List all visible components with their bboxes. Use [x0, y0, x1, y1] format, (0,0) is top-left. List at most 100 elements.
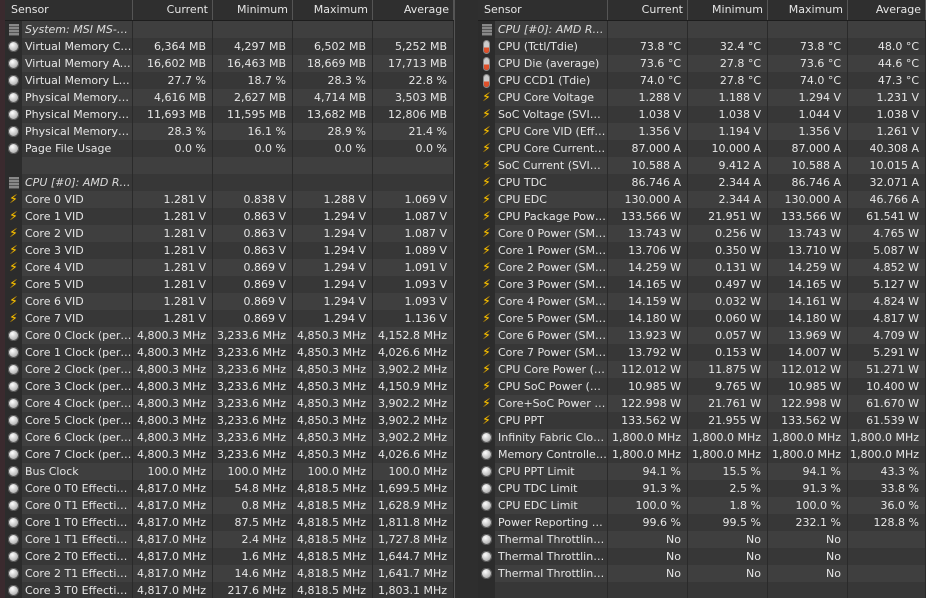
sensor-label: Core 1 T1 Effective... — [22, 531, 133, 548]
sensor-row[interactable]: Thermal Throttling ... No No No — [478, 531, 926, 548]
header-maximum[interactable]: Maximum — [768, 0, 848, 20]
sensor-row[interactable]: Core 1 T0 Effective... 4,817.0 MHz 87.5 MH… — [5, 514, 454, 531]
sensor-row[interactable]: Core 0 T0 Effective... 4,817.0 MHz 54.8 MH… — [5, 480, 454, 497]
sensor-row[interactable]: Core 7 Clock (perf ... 4,800.3 MHz 3,233.6… — [5, 446, 454, 463]
sensor-row[interactable]: Core 4 Clock (perf ... 4,800.3 MHz 3,233.6… — [5, 395, 454, 412]
sensor-row[interactable]: CPU (Tctl/Tdie) 73.8 °C 32.4 °C 73.8 °C 48.0… — [478, 38, 926, 55]
sensor-name-cell: ⚡ Core 2 VID — [5, 225, 133, 242]
sensor-row[interactable]: CPU PPT Limit 94.1 % 15.5 % 94.1 % 43.3 % — [478, 463, 926, 480]
sensor-group-row[interactable]: System: MSI MS-7... — [5, 21, 454, 38]
sensor-row[interactable]: Core 0 Clock (perf ... 4,800.3 MHz 3,233.6… — [5, 327, 454, 344]
sensor-row[interactable]: ⚡ Core 6 VID 1.281 V 0.869 V 1.294 V 1.093 V — [5, 293, 454, 310]
sensor-row[interactable]: Thermal Throttling ... No No No — [478, 548, 926, 565]
clock-icon-glyph — [8, 432, 19, 443]
sensor-row[interactable]: Core 2 T0 Effective... 4,817.0 MHz 1.6 MHz… — [5, 548, 454, 565]
sensor-row[interactable]: Core 1 Clock (perf ... 4,800.3 MHz 3,233.6… — [5, 344, 454, 361]
sensor-row[interactable]: Core 6 Clock (perf ... 4,800.3 MHz 3,233.6… — [5, 429, 454, 446]
sensor-row[interactable]: CPU CCD1 (Tdie) 74.0 °C 27.8 °C 74.0 °C 47.3… — [478, 72, 926, 89]
sensor-row[interactable]: ⚡ Core 2 VID 1.281 V 0.863 V 1.294 V 1.087 V — [5, 225, 454, 242]
average-value: 5.291 W — [848, 344, 926, 361]
sensor-row[interactable]: ⚡ CPU Package Powe... 133.566 W 21.951 W 133… — [478, 208, 926, 225]
sensor-row[interactable]: ⚡ Core 3 Power (SMU) 14.165 W 0.497 W 14.165… — [478, 276, 926, 293]
sensor-name-cell: ⚡ Core 4 Power (SMU) — [478, 293, 608, 310]
sensor-row[interactable]: ⚡ Core 4 VID 1.281 V 0.869 V 1.294 V 1.091 V — [5, 259, 454, 276]
sensor-row[interactable]: Physical Memory A... 11,693 MB 11,595 MB 13… — [5, 106, 454, 123]
maximum-value: 122.998 W — [768, 395, 848, 412]
sensor-row[interactable]: ⚡ Core 4 Power (SMU) 14.159 W 0.032 W 14.161… — [478, 293, 926, 310]
sensor-group-row[interactable]: CPU [#0]: AMD Ry... — [478, 21, 926, 38]
sensor-row[interactable]: ⚡ CPU Core Voltage 1.288 V 1.188 V 1.294 V 1.… — [478, 89, 926, 106]
sensor-row[interactable]: Core 3 Clock (perf ... 4,800.3 MHz 3,233.6… — [5, 378, 454, 395]
sensor-row[interactable]: ⚡ Core 5 Power (SMU) 14.180 W 0.060 W 14.180… — [478, 310, 926, 327]
header-maximum[interactable]: Maximum — [293, 0, 373, 20]
sensor-label — [495, 582, 608, 598]
sensor-row[interactable]: Infinity Fabric Cloc... 1,800.0 MHz 1,800.… — [478, 429, 926, 446]
sensor-row[interactable]: ⚡ SoC Voltage (SVI2 ... 1.038 V 1.038 V 1.04… — [478, 106, 926, 123]
average-value: 4,026.6 MHz — [373, 344, 454, 361]
sensor-row[interactable]: ⚡ Core 1 VID 1.281 V 0.863 V 1.294 V 1.087 V — [5, 208, 454, 225]
sensor-row[interactable]: CPU Die (average) 73.6 °C 27.8 °C 73.6 °C 44… — [478, 55, 926, 72]
sensor-row[interactable]: ⚡ CPU Core Current (... 87.000 A 10.000 A 87… — [478, 140, 926, 157]
sensor-row[interactable]: ⚡ CPU Core VID (Effe... 1.356 V 1.194 V 1.35… — [478, 123, 926, 140]
sensor-row[interactable]: Thermal Throttling ... No No No — [478, 565, 926, 582]
sensor-row[interactable]: Virtual Memory Load 27.7 % 18.7 % 28.3 % 22.… — [5, 72, 454, 89]
blank-row[interactable] — [5, 157, 454, 174]
sensor-name-cell: Core 3 T0 Effective... — [5, 582, 133, 598]
sensor-row[interactable]: ⚡ Core 6 Power (SMU) 13.923 W 0.057 W 13.969… — [478, 327, 926, 344]
sensor-row[interactable]: Core 5 Clock (perf ... 4,800.3 MHz 3,233.6… — [5, 412, 454, 429]
sensor-row[interactable]: Page File Usage 0.0 % 0.0 % 0.0 % 0.0 % — [5, 140, 454, 157]
sensor-row[interactable]: CPU EDC Limit 100.0 % 1.8 % 100.0 % 36.0 % — [478, 497, 926, 514]
sensor-row[interactable]: ⚡ Core 2 Power (SMU) 14.259 W 0.131 W 14.259… — [478, 259, 926, 276]
sensor-row[interactable]: Physical Memory Load28.3 %16.1 %28.9 %21… — [5, 123, 454, 140]
sensor-row[interactable]: Core 1 T1 Effective... 4,817.0 MHz 2.4 MHz… — [5, 531, 454, 548]
sensor-row[interactable]: ⚡ Core 1 Power (SMU) 13.706 W 0.350 W 13.710… — [478, 242, 926, 259]
header-sensor[interactable]: Sensor — [5, 0, 133, 20]
sensor-name-cell: Core 3 Clock (perf ... — [5, 378, 133, 395]
lightning-bolt-icon-glyph: ⚡ — [482, 277, 491, 291]
sensor-label: Core 0 T1 Effective... — [22, 497, 133, 514]
header-average[interactable]: Average — [848, 0, 926, 20]
sensor-row[interactable]: Virtual Memory Co... 6,364 MB 4,297 MB 6,50… — [5, 38, 454, 55]
sensor-group-row[interactable]: CPU [#0]: AMD Ry... — [5, 174, 454, 191]
header-current[interactable]: Current — [133, 0, 213, 20]
sensor-row[interactable]: ⚡ Core 3 VID 1.281 V 0.863 V 1.294 V 1.089 V — [5, 242, 454, 259]
lightning-bolt-icon: ⚡ — [5, 191, 22, 208]
sensor-row[interactable]: Virtual Memory Ava... 16,602 MB 16,463 MB 1… — [5, 55, 454, 72]
sensor-row[interactable]: ⚡ CPU EDC 130.000 A 2.344 A 130.000 A 46.766 … — [478, 191, 926, 208]
minimum-value — [213, 21, 293, 38]
sensor-row[interactable]: Core 3 T0 Effective... 4,817.0 MHz 217.6 M… — [5, 582, 454, 598]
header-minimum[interactable]: Minimum — [213, 0, 293, 20]
header-minimum[interactable]: Minimum — [688, 0, 768, 20]
sensor-row[interactable]: ⚡ Core 0 VID 1.281 V 0.838 V 1.288 V 1.069 V — [5, 191, 454, 208]
sensor-row[interactable]: Memory Controller ... 1,800.0 MHz 1,800.0 … — [478, 446, 926, 463]
sensor-row[interactable]: ⚡ Core 7 VID 1.281 V 0.869 V 1.294 V 1.136 V — [5, 310, 454, 327]
header-current[interactable]: Current — [608, 0, 688, 20]
sensor-row[interactable]: Core 0 T1 Effective... 4,817.0 MHz 0.8 MHz… — [5, 497, 454, 514]
sensor-row[interactable]: ⚡ Core 7 Power (SMU) 13.792 W 0.153 W 14.007… — [478, 344, 926, 361]
sensor-row[interactable]: Physical Memory U... 4,616 MB 2,627 MB 4,71… — [5, 89, 454, 106]
panel-divider[interactable] — [454, 0, 480, 598]
header-average[interactable]: Average — [373, 0, 454, 20]
sensor-row[interactable]: Bus Clock 100.0 MHz 100.0 MHz 100.0 MHz 100.… — [5, 463, 454, 480]
lightning-bolt-icon: ⚡ — [478, 106, 495, 123]
sensor-name-cell: ⚡ Core 7 VID — [5, 310, 133, 327]
sensor-row[interactable]: ⚡ Core+SoC Power (... 122.998 W 21.761 W 122… — [478, 395, 926, 412]
maximum-value — [293, 21, 373, 38]
sensor-label: CPU Core Power (S... — [495, 361, 608, 378]
sensor-row[interactable]: Core 2 Clock (perf ... 4,800.3 MHz 3,233.6… — [5, 361, 454, 378]
sensor-row[interactable]: ⚡ Core 0 Power (SMU) 13.743 W 0.256 W 13.743… — [478, 225, 926, 242]
sensor-row[interactable]: ⚡ Core 5 VID 1.281 V 0.869 V 1.294 V 1.093 V — [5, 276, 454, 293]
sensor-row[interactable]: ⚡ CPU SoC Power (S... 10.985 W 9.765 W 10.98… — [478, 378, 926, 395]
lightning-bolt-icon-glyph: ⚡ — [482, 124, 491, 138]
sensor-row[interactable]: ⚡ CPU PPT 133.562 W 21.955 W 133.562 W 61.539… — [478, 412, 926, 429]
header-sensor[interactable]: Sensor — [478, 0, 608, 20]
blank-row[interactable] — [478, 582, 926, 598]
sensor-row[interactable]: ⚡ SoC Current (SVI2 ... 10.588 A 9.412 A 10.… — [478, 157, 926, 174]
sensor-row[interactable]: CPU TDC Limit 91.3 % 2.5 % 91.3 % 33.8 % — [478, 480, 926, 497]
clock-icon — [5, 378, 22, 395]
sensor-row[interactable]: ⚡ CPU TDC 86.746 A 2.344 A 86.746 A 32.071 A — [478, 174, 926, 191]
sensor-row[interactable]: Core 2 T1 Effective... 4,817.0 MHz 14.6 MH… — [5, 565, 454, 582]
sensor-row[interactable]: Power Reporting D... 99.6 % 99.5 % 232.1 % 1… — [478, 514, 926, 531]
sensor-row[interactable]: ⚡ CPU Core Power (S... 112.012 W 11.875 W 11… — [478, 361, 926, 378]
sensor-name-cell: Thermal Throttling ... — [478, 565, 608, 582]
